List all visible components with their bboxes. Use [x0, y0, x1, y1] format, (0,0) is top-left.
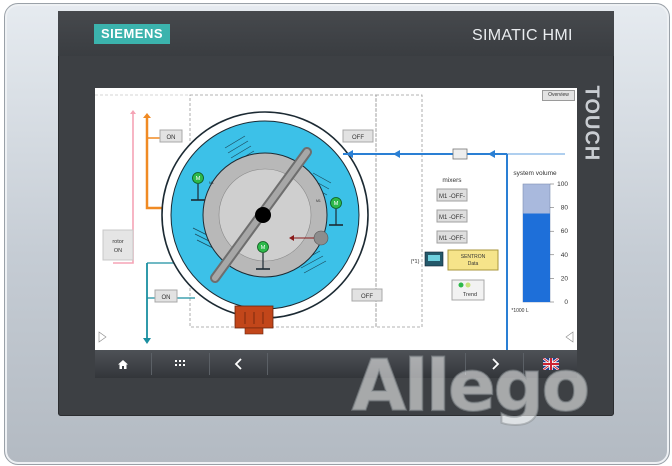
back-icon	[234, 358, 242, 370]
motor-bottom-letter: M	[261, 245, 266, 251]
sentron-label: SENTRON	[461, 254, 486, 260]
brand-logo: SIEMENS	[94, 24, 170, 44]
touch-label-text: TOUCH	[580, 85, 603, 162]
volume-tick-label: 20	[561, 275, 569, 282]
stirrer-hub	[255, 207, 271, 223]
sentron-sub-label: Data	[468, 261, 479, 267]
motor-left-letter: M	[196, 176, 201, 182]
pipe-filter	[452, 148, 468, 160]
motor-right-sub: M1	[316, 199, 321, 203]
teal-arrow-icon	[143, 338, 151, 344]
volume-tick-label: 100	[557, 181, 568, 188]
trend-led-green	[458, 282, 464, 288]
mixers-title: mixers	[442, 177, 462, 184]
switch-bottom-left-label: ON	[162, 295, 171, 301]
volume-unit: *1000 L	[511, 308, 528, 314]
menu-button[interactable]	[153, 353, 210, 375]
switch-top-right-label: OFF	[352, 135, 364, 141]
volume-gauge-fill	[523, 213, 550, 302]
volume-ticks: 100 80 60 40 20 0	[550, 181, 568, 306]
rotor-state: ON	[114, 248, 122, 254]
inlet-arrow-icon-2	[393, 150, 400, 158]
switch-bottom-right-label: OFF	[361, 294, 373, 300]
pink-arrow-icon	[130, 110, 136, 114]
motor-left-sub: M1	[209, 181, 214, 185]
model-label: SIMATIC HMI	[472, 27, 573, 44]
orange-arrow-icon	[143, 113, 151, 118]
home-icon	[118, 359, 128, 369]
volume-tick-label: 40	[561, 252, 569, 259]
menu-icon	[175, 359, 185, 366]
trend-led-light	[465, 282, 471, 288]
motor-right-letter: M	[334, 201, 339, 207]
watermark-text: Allego	[351, 344, 591, 428]
touch-side-label: TOUCH	[579, 85, 603, 186]
frame-dashed-right	[375, 94, 423, 328]
sensor-ball	[313, 230, 329, 246]
sentron-data-button[interactable]	[447, 249, 499, 271]
volume-tick-label: 0	[564, 299, 568, 306]
switch-top-left-label: ON	[167, 135, 176, 141]
inlet-arrow-icon-3	[488, 150, 495, 158]
rotor-status-box[interactable]	[102, 229, 134, 261]
mixer-label-1: M1 -OFF-	[439, 194, 465, 200]
scroll-left-hint-icon	[98, 331, 107, 343]
home-button[interactable]	[95, 353, 152, 375]
scroll-right-hint-icon	[565, 331, 574, 343]
mixer-label-2: M1 -OFF-	[439, 215, 465, 221]
trend-label: Trend	[463, 292, 477, 298]
hmi-screen: rotor ON ON OFF ON OFF M M1 M M1 M mixer…	[95, 88, 577, 378]
footnote-marker: (*1)	[411, 259, 420, 265]
back-button[interactable]	[211, 353, 268, 375]
volume-tick-label: 60	[561, 228, 569, 235]
mixer-list: M1 -OFF- M1 -OFF- M1 -OFF-	[436, 188, 468, 244]
volume-tick-label: 80	[561, 205, 569, 212]
process-diagram: rotor ON ON OFF ON OFF M M1 M M1 M mixer…	[95, 94, 574, 350]
rotor-label: rotor	[112, 239, 123, 245]
mixer-label-3: M1 -OFF-	[439, 236, 465, 242]
overview-button[interactable]: Overview	[542, 90, 575, 101]
outlet-nozzle	[244, 327, 264, 335]
volume-title: system volume	[513, 170, 557, 177]
sentron-device-screen	[428, 255, 440, 261]
